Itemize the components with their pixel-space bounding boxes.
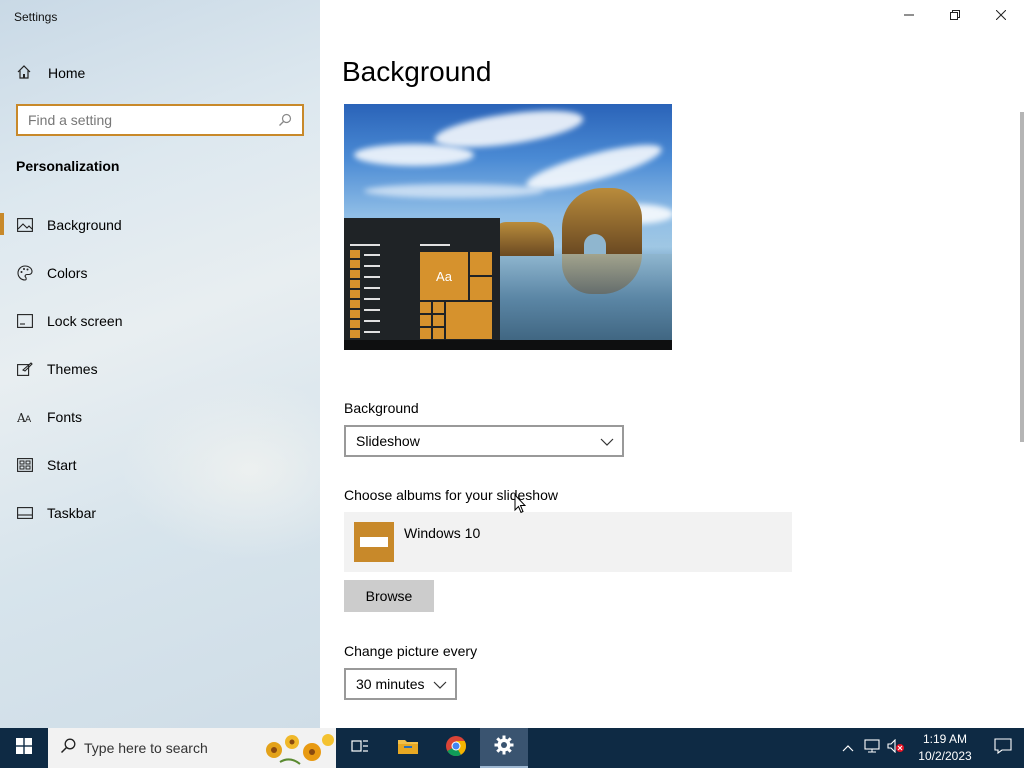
settings-taskbar-button[interactable]	[480, 728, 528, 768]
settings-search-box[interactable]	[16, 104, 304, 136]
notification-icon	[994, 737, 1012, 759]
gear-icon	[494, 735, 514, 760]
lock-screen-icon	[16, 312, 34, 330]
task-view-button[interactable]	[336, 728, 384, 768]
chevron-down-icon	[600, 435, 614, 449]
palette-icon	[16, 264, 34, 282]
preview-taskbar	[344, 340, 672, 350]
picture-icon	[16, 216, 34, 234]
network-button[interactable]	[860, 728, 884, 768]
sidebar-item-label: Background	[47, 217, 122, 233]
clock-time: 1:19 AM	[922, 732, 968, 746]
preview-tile-aa: Aa	[420, 252, 468, 300]
sidebar-item-themes[interactable]: Themes	[0, 352, 320, 400]
settings-sidebar: Settings Home Personalization Background…	[0, 0, 320, 728]
chrome-button[interactable]	[432, 728, 480, 768]
sidebar-item-lock-screen[interactable]: Lock screen	[0, 304, 320, 352]
sidebar-item-label: Themes	[47, 361, 98, 377]
home-icon	[16, 64, 48, 83]
sidebar-item-colors[interactable]: Colors	[0, 256, 320, 304]
windows-logo-icon	[16, 737, 32, 759]
show-hidden-icons-button[interactable]	[836, 728, 860, 768]
sidebar-item-taskbar[interactable]: Taskbar	[0, 496, 320, 544]
settings-content: Background Aa Background Slideshow Choos…	[320, 0, 1024, 728]
search-icon[interactable]	[274, 109, 296, 131]
start-button[interactable]	[0, 728, 48, 768]
mouse-pointer-icon	[514, 493, 527, 519]
restore-button[interactable]	[932, 0, 978, 32]
svg-text:A: A	[25, 415, 32, 424]
chrome-icon	[445, 735, 467, 762]
close-button[interactable]	[978, 0, 1024, 32]
background-type-dropdown[interactable]: Slideshow	[344, 425, 624, 457]
volume-button[interactable]	[884, 728, 908, 768]
start-icon	[16, 456, 34, 474]
vertical-scrollbar[interactable]	[1020, 112, 1024, 442]
taskbar-clock[interactable]: 1:19 AM 10/2/2023	[908, 731, 982, 765]
window-controls	[886, 0, 1024, 32]
interval-dropdown[interactable]: 30 minutes	[344, 668, 457, 700]
folder-icon	[354, 522, 394, 562]
interval-value: 30 minutes	[356, 676, 425, 692]
chevron-up-icon	[842, 739, 854, 757]
page-title: Background	[342, 56, 492, 87]
window-title: Settings	[14, 10, 58, 24]
search-highlight-flowers-image	[260, 728, 336, 768]
search-icon	[60, 738, 76, 759]
sidebar-item-background[interactable]: Background	[0, 208, 320, 256]
home-label: Home	[48, 65, 86, 81]
minimize-icon	[904, 7, 914, 25]
file-explorer-button[interactable]	[384, 728, 432, 768]
background-type-value: Slideshow	[356, 433, 420, 449]
close-icon	[995, 7, 1007, 25]
themes-icon	[16, 360, 34, 378]
sidebar-item-label: Colors	[47, 265, 88, 281]
taskbar-search-box[interactable]: Type here to search	[48, 728, 336, 768]
minimize-button[interactable]	[886, 0, 932, 32]
volume-muted-icon	[887, 738, 905, 758]
taskbar-icon	[16, 504, 34, 522]
personalization-nav: Background Colors Lock screen Themes AA …	[0, 208, 320, 544]
windows-taskbar: Type here to search 1:19 AM 10/2/2023	[0, 728, 1024, 768]
background-preview: Aa	[344, 104, 672, 350]
restore-icon	[950, 7, 960, 25]
home-nav-item[interactable]: Home	[16, 60, 85, 86]
chevron-down-icon	[433, 678, 447, 692]
system-tray: 1:19 AM 10/2/2023	[836, 728, 1024, 768]
sidebar-item-start[interactable]: Start	[0, 448, 320, 496]
network-icon	[864, 738, 880, 758]
album-item[interactable]: Windows 10	[344, 512, 792, 572]
section-title: Personalization	[16, 158, 120, 174]
sidebar-item-label: Lock screen	[47, 313, 123, 329]
album-name: Windows 10	[404, 525, 481, 541]
sidebar-item-label: Fonts	[47, 409, 83, 425]
sidebar-item-fonts[interactable]: AA Fonts	[0, 400, 320, 448]
settings-search-input[interactable]	[18, 106, 274, 134]
background-label: Background	[344, 400, 419, 416]
browse-button[interactable]: Browse	[344, 580, 434, 612]
interval-label: Change picture every	[344, 643, 478, 659]
fonts-icon: AA	[16, 408, 34, 426]
sidebar-item-label: Taskbar	[47, 505, 97, 521]
folder-icon	[397, 737, 419, 760]
task-view-icon	[351, 738, 369, 759]
clock-date: 10/2/2023	[918, 749, 972, 763]
action-center-button[interactable]	[982, 728, 1024, 768]
taskbar-search-placeholder: Type here to search	[84, 740, 208, 756]
sidebar-item-label: Start	[47, 457, 77, 473]
